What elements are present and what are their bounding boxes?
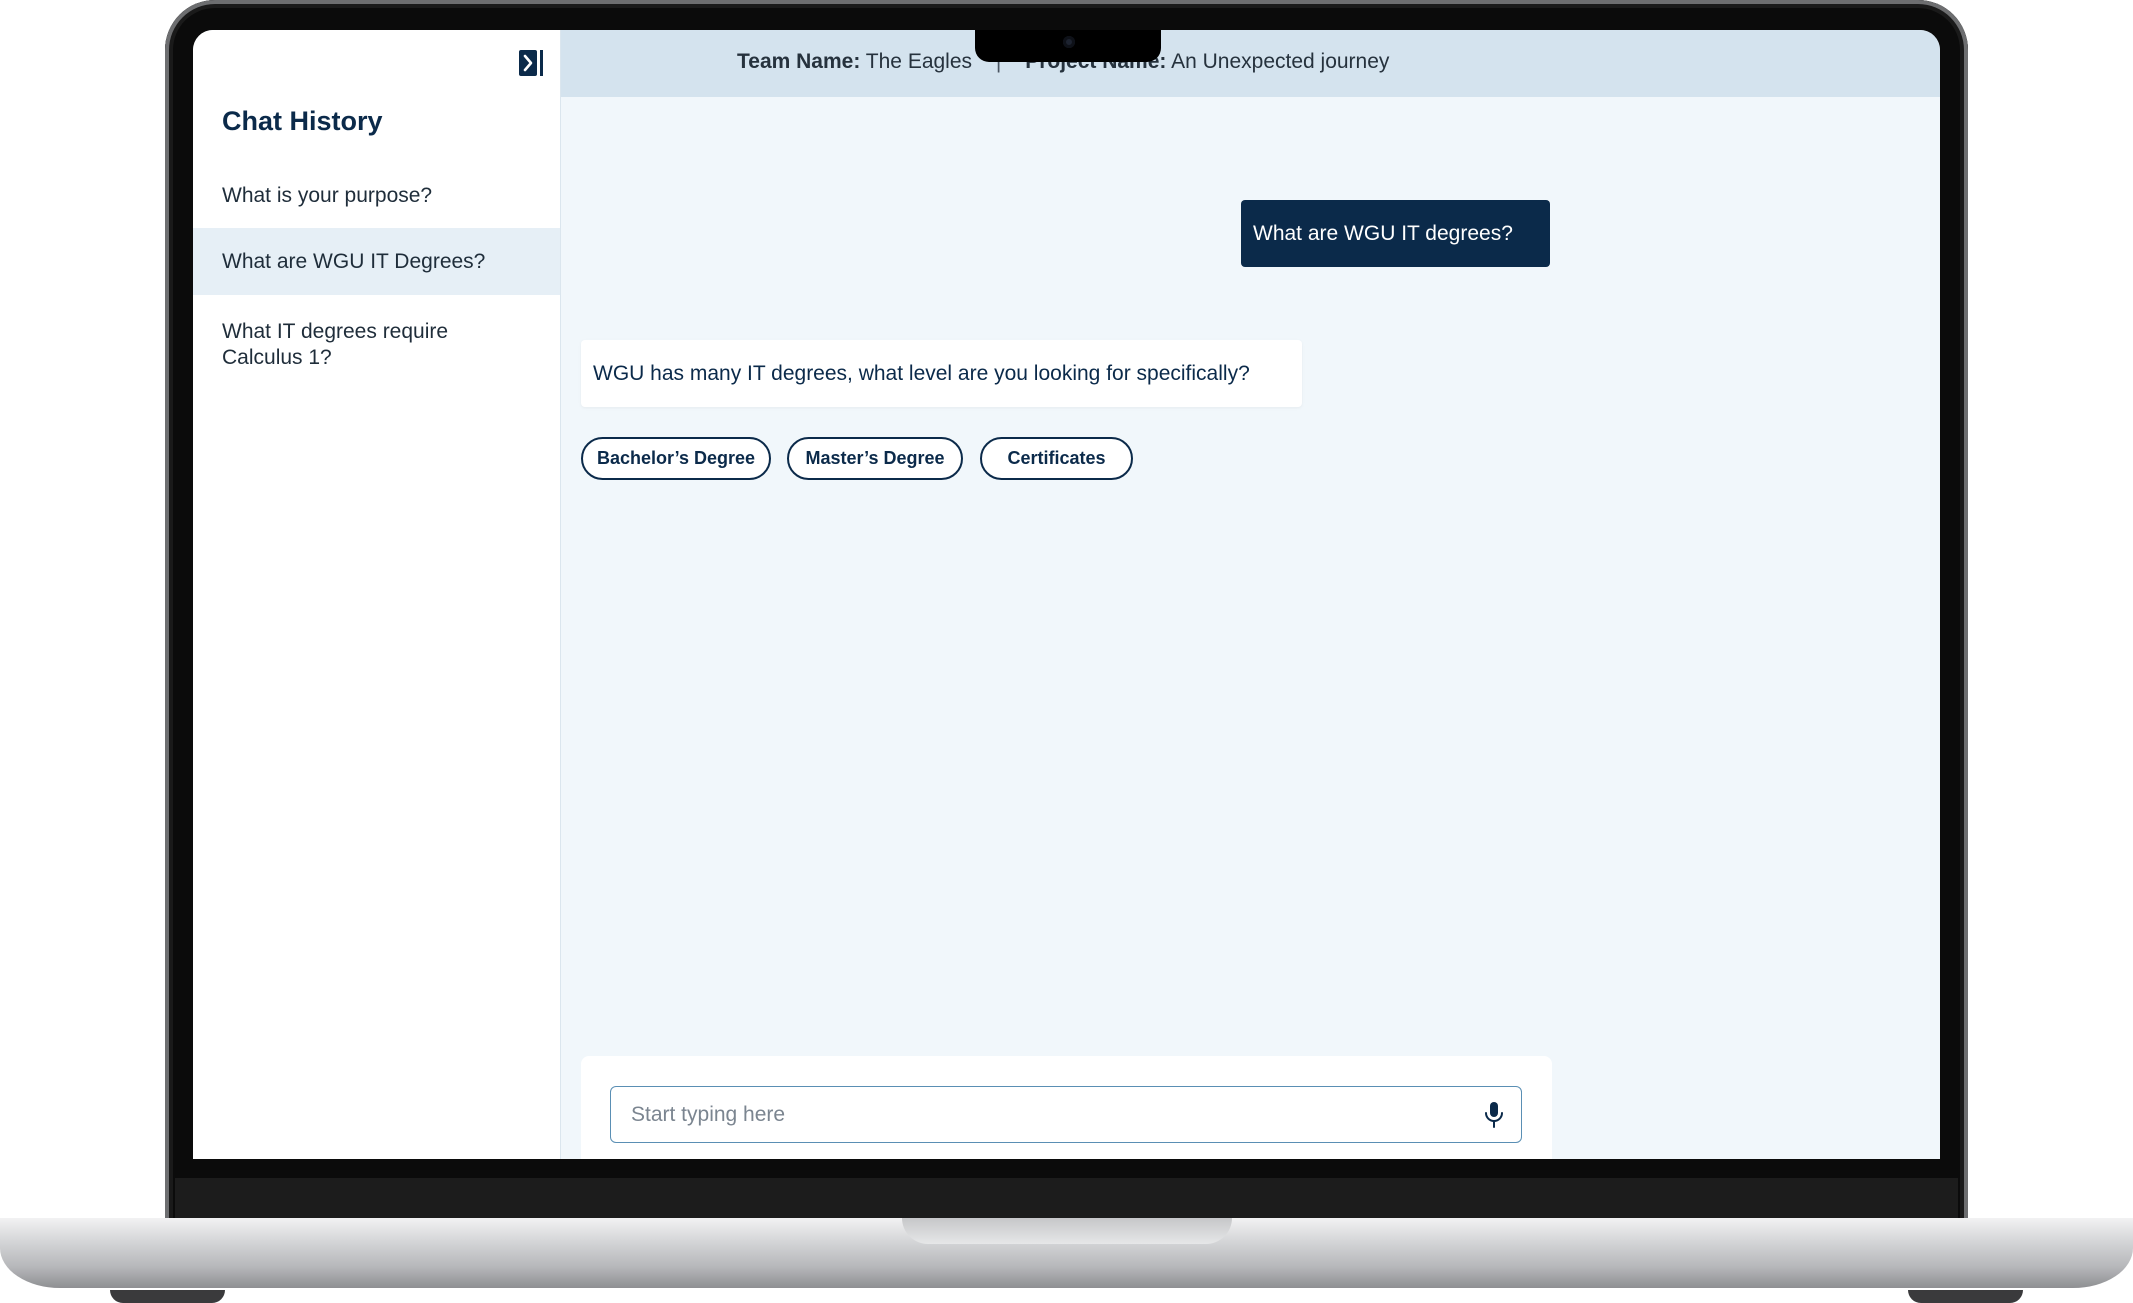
user-message-text: What are WGU IT degrees?: [1253, 221, 1513, 245]
history-item-wgu-it-degrees[interactable]: What are WGU IT Degrees?: [193, 228, 560, 295]
history-item-calculus[interactable]: What IT degrees require Calculus 1?: [193, 316, 493, 374]
laptop-foot-right: [1908, 1290, 2023, 1303]
bot-message-text: WGU has many IT degrees, what level are …: [593, 361, 1250, 385]
option-certificates-button[interactable]: Certificates: [980, 437, 1133, 480]
camera-notch: [975, 30, 1161, 62]
laptop-opening-notch: [902, 1218, 1232, 1244]
project-header: Team Name: The Eagles | Project Name: An…: [561, 30, 1940, 97]
option-masters-button[interactable]: Master’s Degree: [787, 437, 963, 480]
history-item-purpose[interactable]: What is your purpose?: [193, 168, 560, 224]
team-label: Team Name:: [737, 50, 861, 73]
message-input-box: [610, 1086, 1522, 1143]
laptop-hinge: [175, 1178, 1958, 1218]
sidebar-collapse-icon[interactable]: [519, 50, 545, 76]
history-item-label: What is your purpose?: [222, 184, 433, 207]
bot-message-bubble: WGU has many IT degrees, what level are …: [581, 340, 1302, 407]
project-value: An Unexpected journey: [1171, 50, 1390, 73]
chat-history-sidebar: Chat History What is your purpose? What …: [193, 30, 561, 1159]
microphone-icon[interactable]: [1482, 1101, 1506, 1129]
history-item-label: What IT degrees require Calculus 1?: [222, 320, 449, 369]
user-message-bubble: What are WGU IT degrees?: [1241, 200, 1550, 267]
message-composer: [581, 1056, 1552, 1159]
screen: Chat History What is your purpose? What …: [193, 30, 1940, 1159]
laptop-foot-left: [110, 1290, 225, 1303]
message-input[interactable]: [629, 1087, 1453, 1143]
team-value: The Eagles: [865, 50, 973, 73]
camera-lens: [1063, 36, 1075, 48]
sidebar-title: Chat History: [222, 106, 383, 136]
option-bachelors-button[interactable]: Bachelor’s Degree: [581, 437, 771, 480]
history-item-label: What are WGU IT Degrees?: [222, 249, 486, 273]
